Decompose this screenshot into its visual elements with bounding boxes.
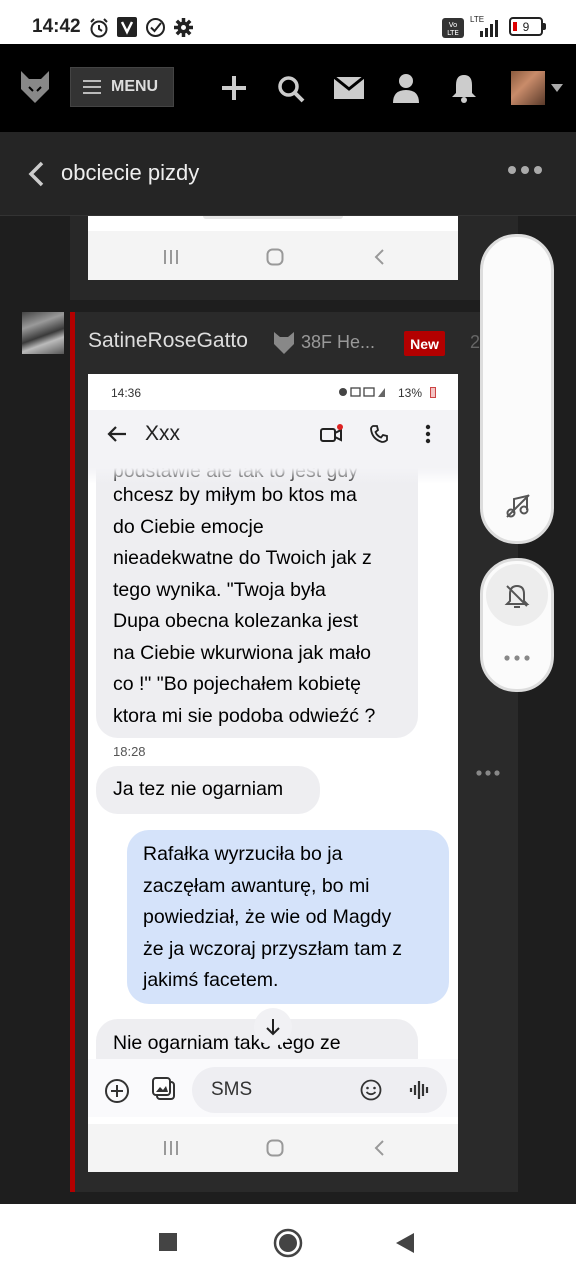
- signal-icon: [480, 20, 498, 37]
- recents-icon: [164, 250, 178, 264]
- embedded-battery: 13%: [398, 386, 423, 400]
- floating-media-panel[interactable]: [480, 234, 554, 544]
- home-button[interactable]: [273, 1228, 303, 1258]
- battery-level: 9: [522, 19, 530, 34]
- music-off-icon[interactable]: [505, 493, 531, 519]
- message-line: tego wynika. "Twoja była: [113, 578, 326, 601]
- alarm-icon: [90, 18, 108, 38]
- post-number: 2: [470, 332, 481, 352]
- message-line: co !" "Bo pojechałem kobietę: [113, 673, 361, 695]
- author-avatar[interactable]: [22, 312, 64, 354]
- message-line: zaczęłam awanturę, bo mi: [143, 874, 370, 897]
- message-line: powiedział, że wie od Magdy: [143, 906, 392, 928]
- embedded-status-icons: [338, 385, 394, 399]
- author-meta: 38F He...: [301, 332, 376, 352]
- embedded-chat-header: [88, 410, 458, 468]
- post-accent-bar: [70, 312, 75, 1192]
- message-line: jakimś facetem.: [143, 969, 279, 991]
- kebab-menu-icon: [425, 424, 431, 444]
- plus-icon[interactable]: [220, 74, 248, 102]
- scroll-fade: [88, 468, 458, 484]
- panel-more-icon[interactable]: [504, 655, 530, 661]
- bell-icon[interactable]: [451, 73, 477, 103]
- emoji-icon: [360, 1079, 382, 1101]
- embedded-status-time: 14:36: [111, 386, 142, 400]
- top-navigation: MENU: [0, 44, 576, 132]
- arrow-back-icon: [107, 426, 126, 442]
- incoming-partial-start: Nie ogarniam tak: [113, 1032, 261, 1054]
- hamburger-icon: [83, 80, 101, 94]
- gallery-icon: [152, 1077, 175, 1100]
- floating-notification-panel[interactable]: [480, 558, 554, 692]
- incoming-bubble-clip: podstawie ale tak to jest gdy chcesz by …: [88, 468, 458, 738]
- message-line: ktora mi sie podoba odwieźć ?: [113, 704, 376, 727]
- v-app-icon: [117, 17, 137, 37]
- user-icon[interactable]: [393, 73, 419, 103]
- svg-text:Vo: Vo: [449, 21, 458, 29]
- thread-title: obciecie pizdy: [61, 160, 200, 185]
- voice-wave-icon: [409, 1081, 429, 1099]
- chevron-down-icon[interactable]: [551, 84, 563, 92]
- more-dots-icon[interactable]: [508, 166, 542, 174]
- message-line: Rafałka wyrzuciła bo ja: [143, 843, 343, 865]
- outgoing-message-text: Rafałka wyrzuciła bo ja zaczęłam awantur…: [143, 839, 443, 997]
- arrow-down-icon: [266, 1019, 280, 1036]
- battery-icon: 9: [509, 17, 543, 36]
- embedded-android-nav: [88, 1124, 458, 1172]
- status-time: 14:42: [32, 16, 81, 37]
- message-line: chcesz by miłym bo ktos ma: [113, 484, 357, 506]
- scroll-down-button: [254, 1008, 292, 1046]
- back-icon: [374, 249, 384, 265]
- check-circle-icon: [146, 18, 165, 37]
- previous-post-image[interactable]: [88, 216, 458, 280]
- chevron-left-icon[interactable]: [28, 161, 44, 187]
- message-line: nieadekwatne do Twoich jak z: [113, 547, 372, 569]
- home-icon: [266, 248, 284, 266]
- system-navigation-bar: [0, 1204, 576, 1280]
- recents-button[interactable]: [159, 1233, 177, 1251]
- menu-button[interactable]: MENU: [70, 67, 174, 107]
- volte-icon: Vo LTE: [442, 18, 464, 38]
- post-more-icon[interactable]: [476, 770, 500, 776]
- back-button[interactable]: [395, 1232, 415, 1254]
- user-avatar[interactable]: [511, 71, 545, 105]
- gear-icon: [174, 18, 193, 37]
- bell-off-icon: [504, 584, 530, 608]
- phone-icon: [370, 425, 388, 443]
- author-name[interactable]: SatineRoseGatto: [88, 329, 248, 353]
- mail-icon[interactable]: [334, 77, 364, 99]
- embedded-contact-name: Xxx: [145, 422, 181, 445]
- message-line: że ja wczoraj przyszłam tam z: [143, 937, 402, 960]
- embedded-sms-placeholder: SMS: [211, 1079, 253, 1100]
- add-circle-icon: [105, 1079, 129, 1103]
- recents-icon: [164, 1141, 178, 1155]
- video-call-icon: [320, 424, 343, 442]
- incoming-short-text: Ja tez nie ogarniam: [113, 778, 284, 800]
- back-icon: [374, 1140, 384, 1156]
- fox-logo-icon[interactable]: [19, 69, 51, 105]
- post-image-screenshot[interactable]: 14:36 13% Xxx podstawie ale tak to jest …: [88, 374, 458, 1172]
- new-badge: New: [404, 331, 445, 356]
- search-icon[interactable]: [277, 75, 305, 103]
- message-line: Dupa obecna kolezanka jest: [113, 610, 358, 632]
- incoming-partial-text: Nie ogarniam take tego ze: [113, 1028, 341, 1059]
- message-line: do Ciebie emocje: [113, 515, 264, 538]
- svg-text:LTE: LTE: [447, 29, 459, 37]
- embedded-battery-icon: [430, 387, 436, 398]
- message-line: na Ciebie wkurwiona jak mało: [113, 641, 371, 664]
- thread-header: obciecie pizdy: [0, 132, 576, 216]
- incoming-message-text: chcesz by miłym bo ktos ma do Ciebie emo…: [113, 480, 418, 732]
- menu-label: MENU: [111, 78, 159, 95]
- message-timestamp: 18:28: [113, 744, 146, 759]
- home-icon: [266, 1139, 284, 1157]
- fox-badge-icon: [274, 332, 294, 354]
